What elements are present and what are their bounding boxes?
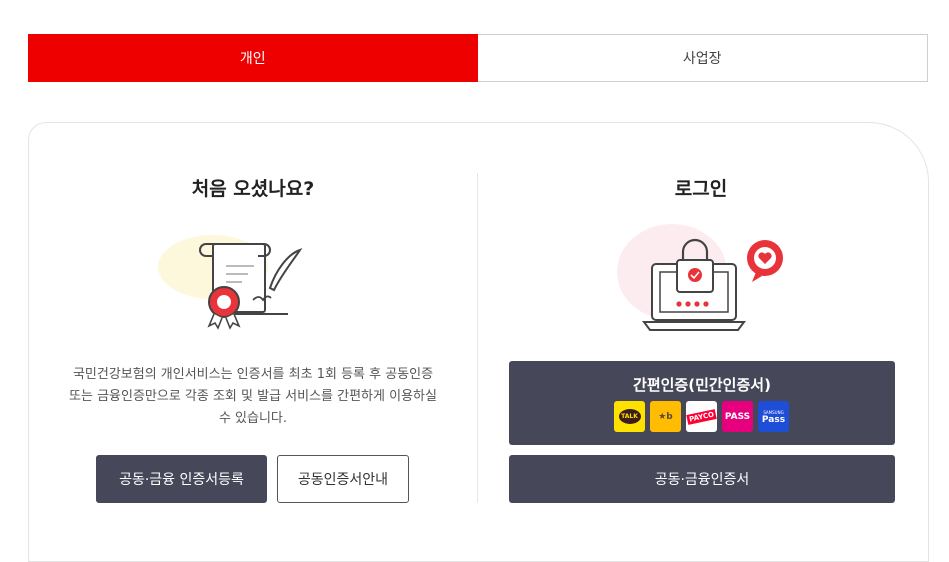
easy-auth-button[interactable]: 간편인증(민간인증서) TALK ★b PAYCO PASS SAMSUNG P…: [509, 361, 895, 445]
kakaotalk-icon: TALK: [614, 401, 645, 432]
auth-provider-list: TALK ★b PAYCO PASS SAMSUNG Pass: [614, 401, 789, 432]
payco-icon: PAYCO: [686, 401, 717, 432]
certificate-guide-button[interactable]: 공동인증서안내: [277, 455, 409, 503]
tab-business[interactable]: 사업장: [477, 34, 928, 82]
certificate-illustration-icon: [158, 235, 303, 330]
register-certificate-button[interactable]: 공동·금융 인증서등록: [96, 455, 267, 503]
description-line: 국민건강보험의 개인서비스는 인증서를 최초 1회 등록 후 공동인증: [72, 367, 434, 382]
service-description: 국민건강보험의 개인서비스는 인증서를 최초 1회 등록 후 공동인증 또는 금…: [48, 364, 458, 430]
column-divider: [477, 173, 478, 503]
samsung-pass-icon: SAMSUNG Pass: [758, 401, 789, 432]
laptop-lock-illustration-icon: [617, 224, 783, 331]
description-line: 또는 금융인증만으로 각종 조회 및 발급 서비스를 간편하게 이용하실: [69, 389, 437, 404]
kb-icon: ★b: [650, 401, 681, 432]
easy-auth-label: 간편인증(민간인증서): [633, 376, 771, 394]
user-type-tabs: 개인 사업장: [28, 34, 928, 82]
first-visit-title: 처음 오셨나요?: [191, 178, 315, 200]
joint-certificate-login-button[interactable]: 공동·금융인증서: [509, 455, 895, 503]
pass-icon: PASS: [722, 401, 753, 432]
description-line: 수 있습니다.: [218, 411, 288, 426]
login-title: 로그인: [674, 178, 728, 200]
tab-individual[interactable]: 개인: [28, 34, 478, 82]
